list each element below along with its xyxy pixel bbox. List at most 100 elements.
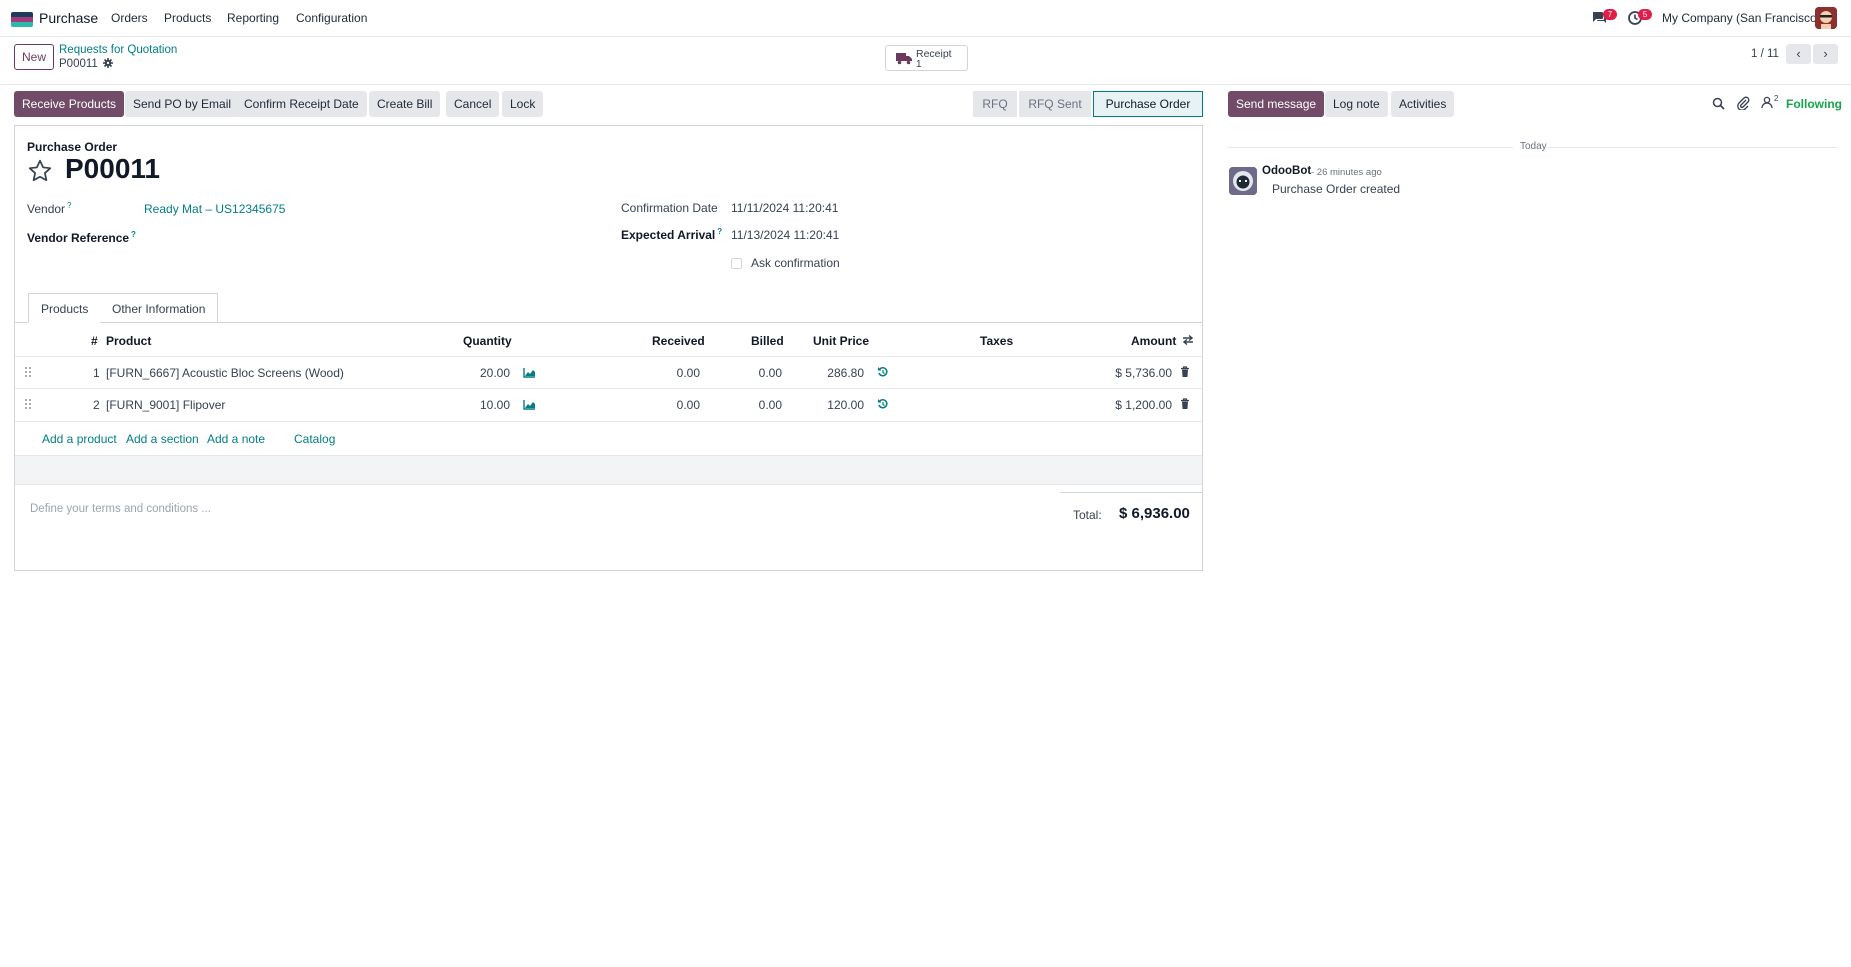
vendor-reference-label-text: Vendor Reference — [27, 231, 130, 245]
total-label: Total: — [1073, 508, 1102, 522]
pager-previous-button[interactable]: ‹ — [1786, 44, 1811, 64]
col-quantity[interactable]: Quantity — [463, 334, 512, 348]
app-menu-icon[interactable] — [11, 12, 33, 27]
col-amount[interactable]: Amount — [1131, 334, 1176, 348]
forecast-chart-icon[interactable] — [523, 399, 536, 413]
menu-configuration[interactable]: Configuration — [296, 11, 367, 25]
app-name[interactable]: Purchase — [39, 10, 98, 26]
followers-count: 2 — [1774, 94, 1779, 103]
line-number: 2 — [93, 398, 100, 412]
tab-products[interactable]: Products — [28, 293, 102, 323]
pager-next-button[interactable]: › — [1813, 44, 1838, 64]
user-avatar[interactable] — [1815, 7, 1837, 29]
paperclip-icon[interactable] — [1736, 96, 1750, 113]
odoobot-avatar[interactable] — [1229, 167, 1257, 195]
menu-reporting[interactable]: Reporting — [227, 11, 279, 25]
col-taxes[interactable]: Taxes — [980, 334, 1013, 348]
line-received[interactable]: 0.00 — [620, 366, 700, 380]
line-billed: 0.00 — [758, 366, 782, 380]
divider — [1060, 492, 1202, 493]
col-received[interactable]: Received — [652, 334, 705, 348]
line-unit-price[interactable]: 120.00 — [790, 398, 864, 412]
menu-products[interactable]: Products — [164, 11, 211, 25]
document-type: Purchase Order — [27, 140, 118, 154]
truck-icon — [896, 52, 912, 68]
stage-purchase-order[interactable]: Purchase Order — [1093, 91, 1203, 117]
vendor-label: Vendor? — [27, 201, 72, 216]
expected-arrival-help-icon[interactable]: ? — [717, 227, 722, 236]
col-billed[interactable]: Billed — [751, 334, 784, 348]
receipt-smart-button[interactable]: Receipt 1 — [885, 45, 968, 71]
create-bill-button[interactable]: Create Bill — [369, 91, 441, 117]
reset-price-icon[interactable] — [877, 398, 889, 413]
vendor-help-icon[interactable]: ? — [67, 201, 71, 210]
send-message-button[interactable]: Send message — [1228, 91, 1325, 117]
add-section-link[interactable]: Add a section — [126, 432, 199, 446]
confirmation-date-field[interactable]: 11/11/2024 11:20:41 — [731, 201, 838, 215]
send-po-email-button[interactable]: Send PO by Email — [125, 91, 240, 117]
line-product[interactable]: [FURN_6667] Acoustic Bloc Screens (Wood) — [106, 366, 344, 380]
log-note-button[interactable]: Log note — [1325, 91, 1388, 117]
breadcrumb-parent[interactable]: Requests for Quotation — [59, 44, 177, 56]
list-footer — [15, 455, 1202, 485]
expected-arrival-label: Expected Arrival? — [621, 227, 722, 242]
line-billed: 0.00 — [758, 398, 782, 412]
cancel-button[interactable]: Cancel — [446, 91, 500, 117]
tab-other-information[interactable]: Other Information — [100, 293, 219, 323]
expected-arrival-label-text: Expected Arrival — [621, 228, 716, 242]
stage-rfq-sent[interactable]: RFQ Sent — [1019, 91, 1091, 117]
total-value: $ 6,936.00 — [1119, 505, 1190, 522]
ask-confirmation-checkbox[interactable] — [731, 258, 742, 269]
add-note-link[interactable]: Add a note — [207, 432, 265, 446]
terms-conditions-field[interactable]: Define your terms and conditions ... — [30, 503, 211, 515]
divider — [1228, 147, 1513, 148]
gear-icon[interactable] — [103, 58, 113, 71]
forecast-chart-icon[interactable] — [523, 367, 536, 381]
followers-icon[interactable] — [1761, 96, 1773, 112]
menu-orders[interactable]: Orders — [111, 11, 148, 25]
col-product[interactable]: Product — [106, 334, 151, 348]
col-unit-price[interactable]: Unit Price — [813, 334, 869, 348]
vendor-field[interactable]: Ready Mat – US12345675 — [144, 202, 285, 216]
line-amount: $ 1,200.00 — [1115, 398, 1172, 412]
following-button[interactable]: Following — [1786, 97, 1842, 111]
activities-badge: 5 — [1638, 9, 1652, 20]
search-icon[interactable] — [1712, 97, 1725, 113]
message-author[interactable]: OdooBot — [1262, 165, 1311, 177]
line-number: 1 — [93, 366, 100, 380]
line-amount: $ 5,736.00 — [1115, 366, 1172, 380]
star-icon[interactable] — [27, 158, 53, 187]
messages-badge: 7 — [1603, 9, 1617, 20]
drag-handle-icon[interactable] — [24, 398, 32, 413]
confirm-receipt-date-button[interactable]: Confirm Receipt Date — [236, 91, 367, 117]
optional-columns-icon[interactable] — [1182, 334, 1194, 349]
top-navbar: Purchase Orders Products Reporting Confi… — [0, 0, 1851, 37]
add-product-link[interactable]: Add a product — [42, 432, 117, 446]
trash-icon[interactable] — [1180, 366, 1190, 381]
stage-rfq[interactable]: RFQ — [973, 91, 1017, 117]
receipt-count: 1 — [916, 59, 922, 70]
line-quantity[interactable]: 10.00 — [440, 398, 510, 412]
expected-arrival-field[interactable]: 11/13/2024 11:20:41 — [731, 228, 839, 242]
new-button[interactable]: New — [14, 44, 54, 70]
lock-button[interactable]: Lock — [502, 91, 544, 117]
message-body: Purchase Order created — [1272, 182, 1401, 196]
catalog-link[interactable]: Catalog — [294, 432, 335, 446]
line-unit-price[interactable]: 286.80 — [790, 366, 864, 380]
company-switcher[interactable]: My Company (San Francisco) — [1662, 11, 1821, 25]
line-received[interactable]: 0.00 — [620, 398, 700, 412]
message-time: - 26 minutes ago — [1311, 167, 1382, 178]
line-quantity[interactable]: 20.00 — [440, 366, 510, 380]
vendor-reference-label: Vendor Reference? — [27, 230, 136, 245]
line-product[interactable]: [FURN_9001] Flipover — [106, 398, 225, 412]
activities-button[interactable]: Activities — [1391, 91, 1455, 117]
chevron-left-icon: ‹ — [1796, 46, 1801, 61]
breadcrumb-current-label: P00011 — [59, 58, 98, 70]
pager-value[interactable]: 1 / 11 — [1751, 48, 1779, 60]
reset-price-icon[interactable] — [877, 366, 889, 381]
vendor-reference-help-icon[interactable]: ? — [131, 230, 136, 239]
col-number: # — [91, 334, 98, 348]
receive-products-button[interactable]: Receive Products — [14, 91, 125, 117]
trash-icon[interactable] — [1180, 398, 1190, 413]
drag-handle-icon[interactable] — [24, 366, 32, 381]
